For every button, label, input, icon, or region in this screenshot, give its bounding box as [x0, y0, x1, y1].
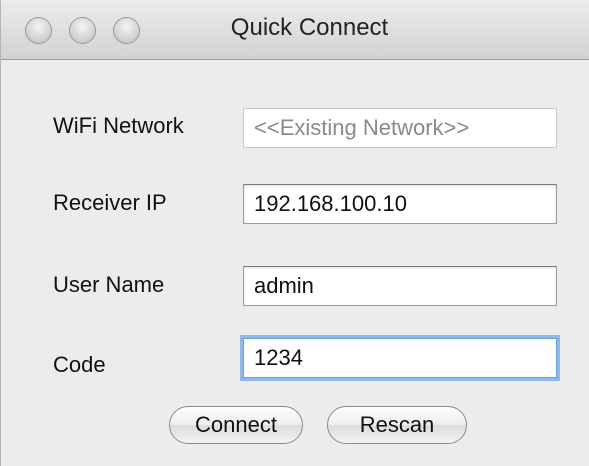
form-panel: WiFi Network Receiver IP User Name Code …: [1, 60, 589, 466]
rescan-button[interactable]: Rescan: [327, 406, 467, 444]
code-field[interactable]: [243, 338, 557, 378]
wifi-network-label: WiFi Network: [53, 113, 184, 138]
wifi-network-field: [243, 108, 557, 148]
quick-connect-window: Quick Connect WiFi Network Receiver IP U…: [0, 0, 589, 466]
title-bar[interactable]: Quick Connect: [1, 0, 589, 60]
receiver-ip-label: Receiver IP: [53, 190, 167, 215]
receiver-ip-field[interactable]: [243, 184, 557, 224]
code-label: Code: [53, 352, 106, 377]
user-name-field[interactable]: [243, 266, 557, 306]
connect-button[interactable]: Connect: [169, 406, 303, 444]
window-title: Quick Connect: [230, 14, 389, 41]
user-name-label: User Name: [53, 272, 165, 297]
